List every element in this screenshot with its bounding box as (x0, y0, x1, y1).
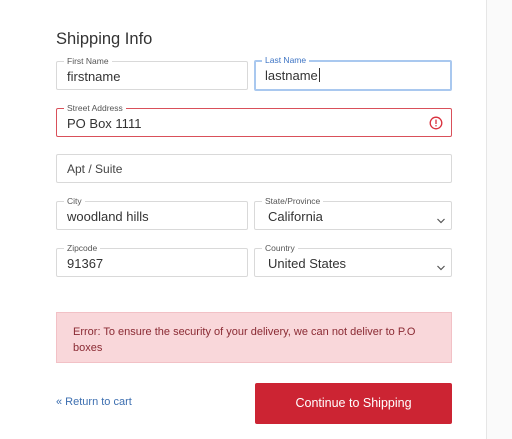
last-name-label: Last Name (262, 55, 310, 65)
state-select[interactable]: State/Province California (254, 196, 452, 230)
apt-suite-field[interactable]: Apt / Suite (56, 154, 452, 183)
city-value: woodland hills (67, 209, 149, 224)
first-name-field[interactable]: First Name firstname (56, 56, 248, 90)
chevron-down-icon (436, 259, 446, 277)
zipcode-label: Zipcode (64, 243, 101, 253)
last-name-value-wrap: lastname (265, 68, 320, 83)
continue-to-shipping-button[interactable]: Continue to Shipping (255, 383, 452, 424)
country-label: Country (262, 243, 298, 253)
error-alert: Error: To ensure the security of your de… (56, 312, 452, 363)
last-name-value: lastname (265, 68, 318, 83)
error-message: Error: To ensure the security of your de… (73, 326, 416, 354)
state-value: California (268, 209, 323, 224)
continue-to-shipping-label: Continue to Shipping (295, 396, 412, 410)
shipping-form-panel: Shipping Info First Name firstname Last … (0, 0, 486, 439)
zipcode-field[interactable]: Zipcode 91367 (56, 243, 248, 277)
alert-circle-icon (429, 116, 443, 135)
street-address-label: Street Address (64, 103, 126, 113)
city-label: City (64, 196, 85, 206)
first-name-value: firstname (67, 69, 121, 84)
last-name-field[interactable]: Last Name lastname (254, 55, 452, 91)
country-value: United States (268, 256, 347, 271)
city-field[interactable]: City woodland hills (56, 196, 248, 230)
return-to-cart-link[interactable]: « Return to cart (56, 396, 132, 408)
page-title: Shipping Info (56, 30, 153, 48)
chevron-down-icon (436, 212, 446, 230)
country-select[interactable]: Country United States (254, 243, 452, 277)
first-name-label: First Name (64, 56, 112, 66)
street-address-field[interactable]: Street Address PO Box 1111 (56, 103, 452, 137)
order-summary-panel (486, 0, 512, 439)
text-caret (318, 68, 320, 82)
street-address-value: PO Box 1111 (67, 116, 142, 131)
apt-suite-placeholder: Apt / Suite (67, 162, 123, 176)
zipcode-value: 91367 (67, 256, 104, 271)
state-label: State/Province (262, 196, 324, 206)
